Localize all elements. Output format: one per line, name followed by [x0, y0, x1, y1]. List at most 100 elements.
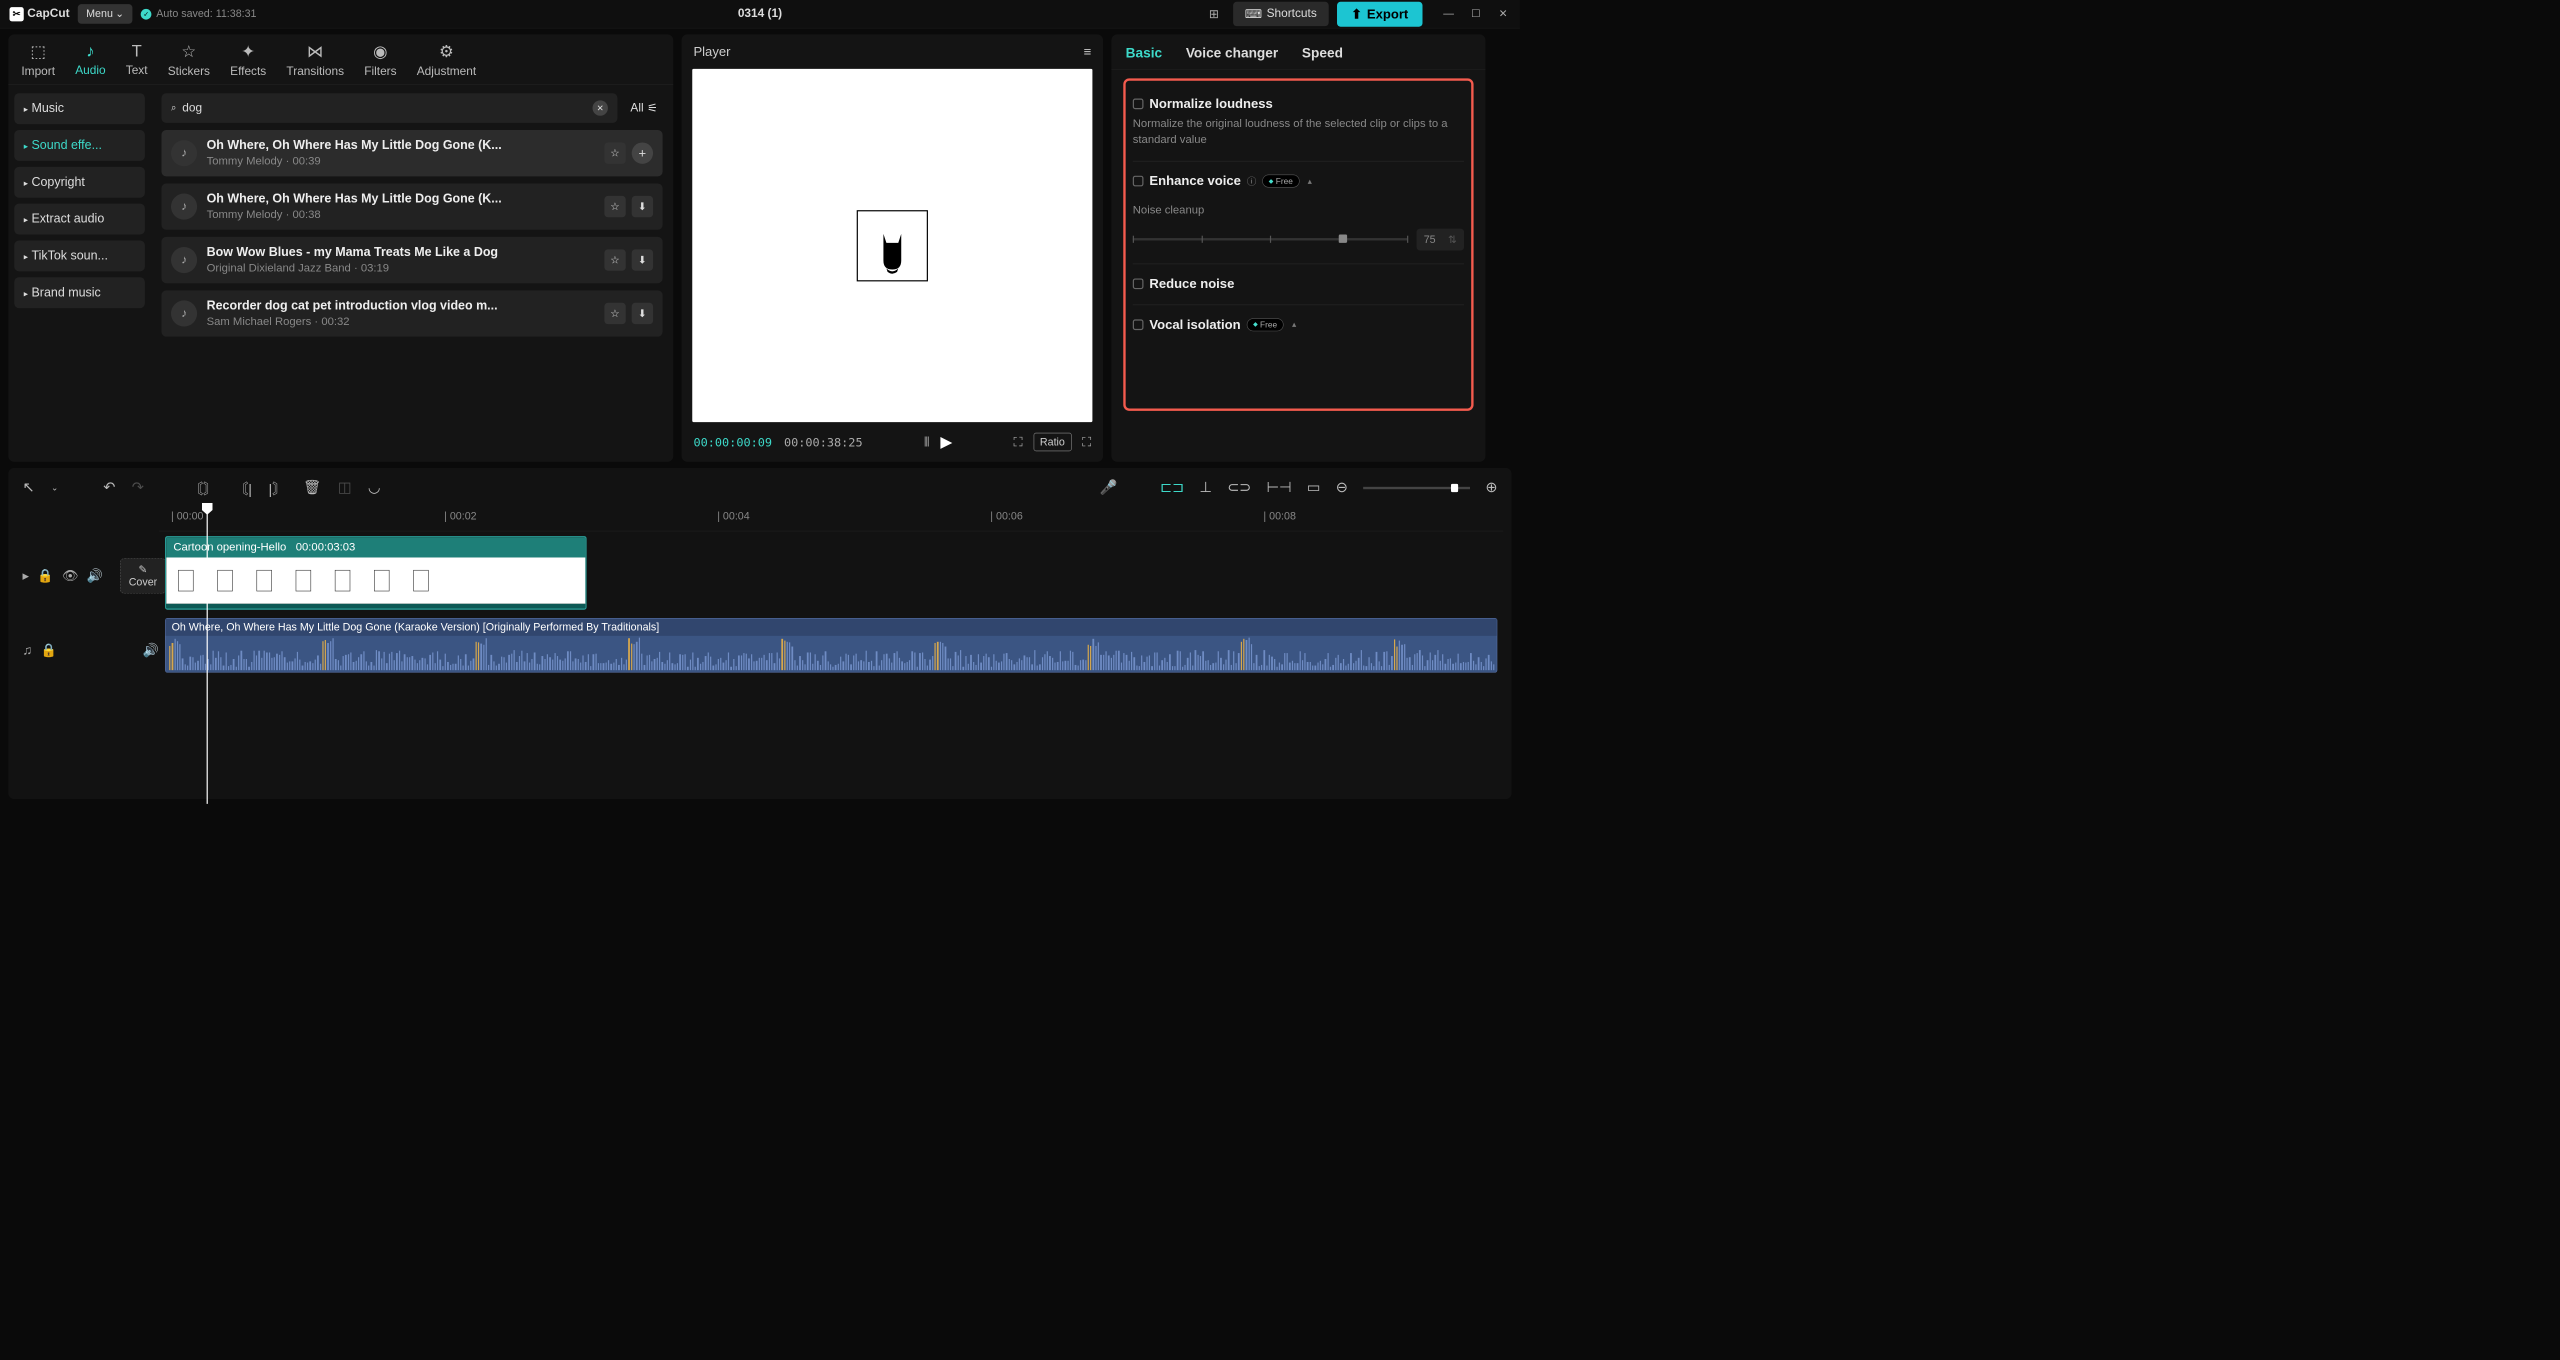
player-viewport[interactable]: [692, 69, 1092, 422]
edit-icon: ✎: [138, 563, 147, 575]
shortcuts-button[interactable]: ⌨ Shortcuts: [1233, 2, 1329, 26]
media-tab-text[interactable]: TText: [126, 42, 148, 79]
align-icon[interactable]: ⊥: [1199, 479, 1211, 496]
search-icon: ⌕: [171, 103, 176, 114]
filter-all-button[interactable]: All ⚟: [626, 101, 663, 116]
mic-icon[interactable]: 🎤: [1100, 479, 1118, 496]
side-item-5[interactable]: ▸Brand music: [14, 277, 145, 308]
undo-button[interactable]: ↶: [103, 479, 115, 496]
ruler-mark: | 00:04: [717, 510, 749, 522]
side-item-3[interactable]: ▸Extract audio: [14, 204, 145, 235]
maximize-button[interactable]: ☐: [1469, 7, 1483, 21]
play-button[interactable]: ▶: [940, 433, 952, 451]
download-button[interactable]: ⬇: [632, 196, 653, 217]
side-item-4[interactable]: ▸TikTok soun...: [14, 240, 145, 271]
inspector-tab-speed[interactable]: Speed: [1302, 45, 1343, 61]
inspector-tab-basic[interactable]: Basic: [1126, 45, 1162, 61]
track-mute-icon[interactable]: 🔊: [87, 568, 103, 583]
timeline-ruler[interactable]: | 00:00| 00:02| 00:04| 00:06| 00:08: [159, 504, 1503, 531]
menu-button[interactable]: Menu ⌄: [78, 4, 133, 24]
player-panel: Player ≡ 00:00:00:09 00:00:38:25 ⦀ ▶ ⛶ R…: [682, 34, 1104, 461]
ruler-mark: | 00:02: [444, 510, 476, 522]
result-row[interactable]: ♪ Recorder dog cat pet introduction vlog…: [161, 290, 662, 336]
zoom-out-icon[interactable]: ⊖: [1336, 479, 1348, 496]
media-tab-transitions[interactable]: ⋈Transitions: [286, 42, 344, 79]
layout-icon[interactable]: ⊞: [1203, 5, 1224, 23]
music-icon: ♪: [171, 247, 197, 273]
prev-frame-icon[interactable]: ⦀: [924, 434, 930, 449]
download-button[interactable]: ⬇: [632, 249, 653, 270]
search-input[interactable]: [182, 101, 586, 115]
crop-icon[interactable]: ⛶: [1014, 434, 1023, 449]
result-row[interactable]: ♪ Bow Wow Blues - my Mama Treats Me Like…: [161, 237, 662, 283]
select-dropdown-icon[interactable]: ⌄: [51, 483, 58, 493]
video-clip[interactable]: Cartoon opening-Hello 00:00:03:03: [165, 536, 587, 610]
app-name: CapCut: [27, 7, 69, 21]
media-tab-filters[interactable]: ◉Filters: [364, 42, 396, 79]
magnet-icon[interactable]: ⊏⊐: [1160, 479, 1184, 496]
download-button[interactable]: ⬇: [632, 303, 653, 324]
zoom-slider[interactable]: [1363, 487, 1470, 489]
preview-icon[interactable]: ▭: [1307, 479, 1320, 496]
result-title: Oh Where, Oh Where Has My Little Dog Gon…: [207, 138, 595, 152]
result-title: Recorder dog cat pet introduction vlog v…: [207, 299, 595, 313]
noise-cleanup-value[interactable]: 75 ⇅: [1417, 228, 1464, 250]
snap-icon[interactable]: ⊢⊣: [1267, 479, 1292, 496]
side-item-2[interactable]: ▸Copyright: [14, 167, 145, 198]
select-tool[interactable]: ↖: [23, 479, 35, 496]
search-box[interactable]: ⌕ ✕: [161, 93, 617, 123]
add-button[interactable]: +: [632, 142, 653, 163]
clear-search-button[interactable]: ✕: [592, 100, 607, 115]
minimize-button[interactable]: —: [1442, 7, 1456, 21]
noise-cleanup-label: Noise cleanup: [1133, 203, 1464, 219]
fullscreen-icon[interactable]: ⛶: [1082, 434, 1091, 449]
result-title: Oh Where, Oh Where Has My Little Dog Gon…: [207, 192, 595, 206]
marker-tool[interactable]: ◡: [368, 479, 380, 496]
zoom-in-icon[interactable]: ⊕: [1485, 479, 1497, 496]
favorite-button[interactable]: ☆: [604, 196, 625, 217]
track-visibility-icon[interactable]: 👁: [62, 568, 79, 583]
track-video-icon[interactable]: ▸: [23, 568, 30, 583]
trim-right-tool[interactable]: |〙: [269, 477, 287, 498]
effects-icon: ✦: [241, 42, 255, 62]
crop-tool[interactable]: ◫: [338, 479, 351, 496]
track-audio-icon[interactable]: ♫: [23, 642, 33, 657]
side-item-0[interactable]: ▸Music: [14, 93, 145, 124]
player-menu-icon[interactable]: ≡: [1084, 44, 1092, 59]
side-item-1[interactable]: ▸Sound effe...: [14, 130, 145, 161]
result-row[interactable]: ♪ Oh Where, Oh Where Has My Little Dog G…: [161, 183, 662, 229]
media-tab-adjustment[interactable]: ⚙Adjustment: [417, 42, 476, 79]
favorite-button[interactable]: ☆: [604, 249, 625, 270]
enhance-checkbox[interactable]: [1133, 176, 1144, 187]
media-tab-import[interactable]: ⬚Import: [21, 42, 55, 79]
normalize-checkbox[interactable]: [1133, 99, 1144, 110]
media-tab-audio[interactable]: ♪Audio: [75, 42, 105, 79]
app-logo: ✂ CapCut: [9, 7, 69, 21]
export-button[interactable]: ⬆ Export: [1337, 1, 1423, 26]
result-subtitle: Sam Michael Rogers · 00:32: [207, 315, 595, 328]
playhead[interactable]: [207, 504, 208, 804]
redo-button[interactable]: ↷: [132, 479, 144, 496]
noise-cleanup-slider[interactable]: [1133, 238, 1407, 240]
chevron-down-icon: ⌄: [115, 8, 124, 20]
close-button[interactable]: ✕: [1496, 7, 1510, 21]
link-icon[interactable]: ⊂⊃: [1227, 479, 1251, 496]
track-lock-icon[interactable]: 🔒: [37, 568, 53, 583]
media-tab-effects[interactable]: ✦Effects: [230, 42, 266, 79]
favorite-button[interactable]: ☆: [604, 303, 625, 324]
ratio-button[interactable]: Ratio: [1033, 433, 1071, 451]
reduce-noise-checkbox[interactable]: [1133, 278, 1144, 289]
result-row[interactable]: ♪ Oh Where, Oh Where Has My Little Dog G…: [161, 130, 662, 176]
vocal-isolation-checkbox[interactable]: [1133, 319, 1144, 330]
delete-tool[interactable]: 🗑: [303, 479, 321, 496]
trim-left-tool[interactable]: 〘|: [234, 477, 252, 498]
split-tool[interactable]: 〘〙: [189, 477, 217, 498]
media-tab-stickers[interactable]: ☆Stickers: [168, 42, 210, 79]
track-mute-icon[interactable]: 🔊: [143, 642, 159, 657]
collapse-icon[interactable]: ▴: [1292, 320, 1296, 330]
favorite-button[interactable]: ☆: [604, 142, 625, 163]
inspector-tab-voice-changer[interactable]: Voice changer: [1186, 45, 1278, 61]
track-lock-icon[interactable]: 🔒: [41, 642, 57, 657]
collapse-icon[interactable]: ▴: [1308, 176, 1312, 186]
audio-clip[interactable]: Oh Where, Oh Where Has My Little Dog Gon…: [165, 618, 1497, 673]
